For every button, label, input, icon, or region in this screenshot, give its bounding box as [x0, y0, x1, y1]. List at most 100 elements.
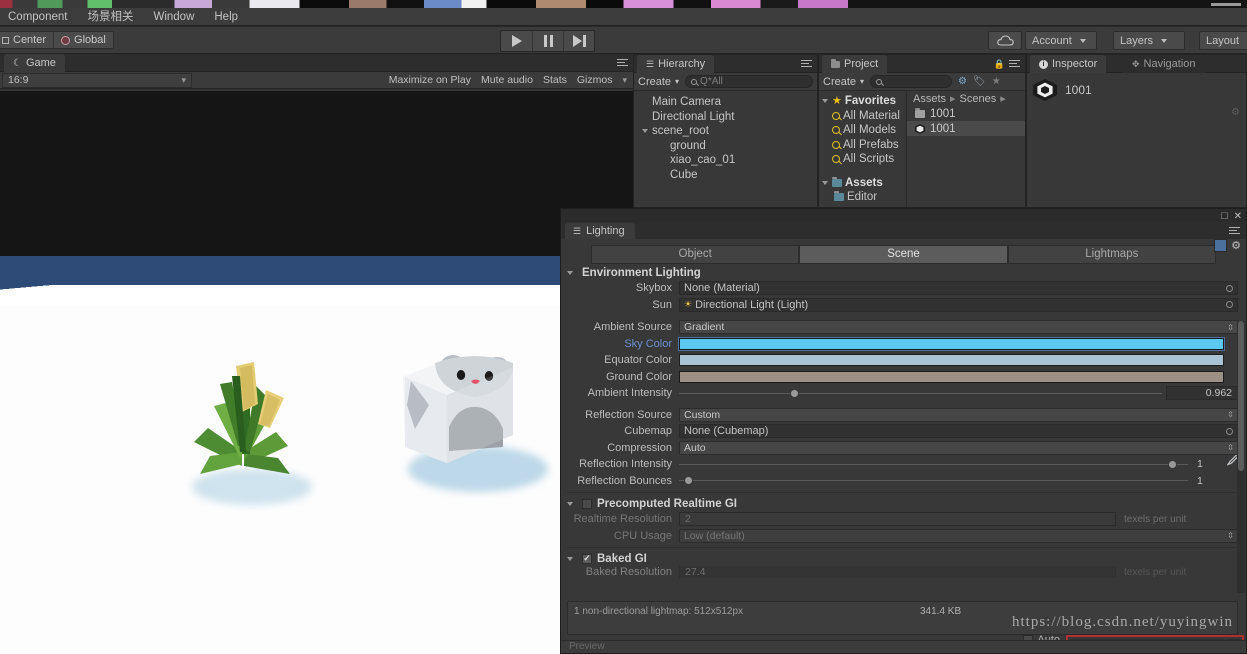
ambient-source-dropdown[interactable]: Gradient ⇳ [679, 320, 1238, 335]
account-dropdown[interactable]: Account [1025, 31, 1097, 50]
object-picker-icon[interactable] [1226, 284, 1233, 292]
tab-game[interactable]: ☾ Game [4, 54, 65, 72]
tab-project[interactable]: Project [822, 55, 888, 73]
chevron-down-icon[interactable] [567, 270, 573, 275]
hierarchy-item-directional-light[interactable]: Directional Light [634, 110, 817, 125]
layout-dropdown[interactable]: Layout [1199, 31, 1247, 50]
inspector-gear-icon[interactable]: ⚙ [1231, 107, 1240, 118]
chevron-down-icon[interactable] [642, 128, 648, 133]
project-favorite-all-prefabs[interactable]: All Prefabs [819, 138, 906, 153]
close-icon[interactable]: ✕ [1234, 211, 1242, 222]
breadcrumb-scenes[interactable]: Scenes [960, 93, 997, 105]
gizmos-dropdown[interactable]: Gizmos [577, 74, 613, 86]
gear-icon[interactable]: ⚙ [1231, 239, 1241, 252]
slider-handle[interactable] [1167, 459, 1177, 469]
tab-lighting[interactable]: ☰ Lighting [565, 223, 635, 239]
tab-navigation[interactable]: ✥ Navigation [1123, 55, 1205, 73]
cubemap-field[interactable]: None (Cubemap) [679, 424, 1238, 439]
play-button[interactable] [501, 31, 532, 51]
tab-inspector[interactable]: i Inspector [1030, 55, 1107, 73]
baked-resolution-field[interactable]: 27.4 [679, 566, 1116, 578]
compression-dropdown[interactable]: Auto ⇳ [679, 440, 1238, 455]
filter-by-label-icon[interactable]: 🏷 [973, 76, 986, 87]
hierarchy-item-main-camera[interactable]: Main Camera [634, 95, 817, 110]
tab-hierarchy[interactable]: ☰ Hierarchy [637, 55, 715, 73]
project-file-folder-1001[interactable]: 1001 [907, 106, 1025, 121]
project-file-scene-1001[interactable]: 1001 [907, 121, 1025, 136]
sun-field[interactable]: ☀ Directional Light (Light) [679, 297, 1238, 312]
object-picker-icon[interactable] [1226, 301, 1233, 309]
lock-icon[interactable]: 🔒 [994, 59, 1005, 70]
project-search-input[interactable] [870, 75, 953, 88]
hierarchy-search-input[interactable]: Q*All [685, 75, 813, 88]
hierarchy-item-ground[interactable]: ground [634, 139, 817, 154]
filter-by-type-icon[interactable]: ⚙ [958, 76, 967, 87]
project-assets-editor[interactable]: Editor [819, 190, 906, 205]
lighting-mode-tabs: Object Scene Lightmaps [561, 239, 1246, 265]
skybox-field[interactable]: None (Material) [679, 281, 1238, 296]
equator-color-swatch[interactable] [679, 354, 1224, 367]
game-view-canvas[interactable] [0, 91, 633, 654]
hierarchy-item-xiao-cao-01[interactable]: xiao_cao_01 [634, 153, 817, 168]
handle-rotation-button[interactable]: Global [53, 31, 113, 49]
reflection-source-dropdown[interactable]: Custom ⇳ [679, 407, 1238, 422]
sky-color-swatch[interactable] [678, 336, 1225, 351]
minimize-icon[interactable]: ☐ [1221, 211, 1229, 222]
hierarchy-item-cube[interactable]: Cube [634, 168, 817, 183]
chevron-down-icon[interactable] [567, 501, 573, 506]
hierarchy-create-button[interactable]: Create ▾ [638, 76, 679, 88]
lighting-window-titlebar[interactable]: ☐ ✕ [561, 209, 1246, 222]
lighting-scrollbar[interactable] [1237, 321, 1245, 593]
reflection-bounces-slider[interactable] [679, 474, 1188, 488]
pause-button[interactable] [532, 31, 563, 51]
hierarchy-menu-icon[interactable] [801, 60, 812, 68]
mute-audio-toggle[interactable]: Mute audio [481, 74, 533, 86]
project-favorite-all-scripts[interactable]: All Scripts [819, 152, 906, 167]
project-favorite-all-models[interactable]: All Models [819, 123, 906, 138]
baked-resolution-label: Baked Resolution [585, 566, 672, 578]
menu-item-scene-related[interactable]: 场景相关 [77, 8, 143, 26]
tab-object[interactable]: Object [591, 244, 800, 264]
game-view-menu-icon[interactable] [617, 59, 628, 67]
chevron-down-icon[interactable] [567, 556, 573, 561]
menu-item-help[interactable]: Help [204, 8, 248, 26]
stats-toggle[interactable]: Stats [543, 74, 567, 86]
section-environment-lighting[interactable]: Environment Lighting [561, 265, 1246, 280]
tab-lightmaps[interactable]: Lightmaps [1007, 244, 1216, 264]
section-baked-gi[interactable]: ✓ Baked GI [561, 551, 1246, 566]
project-favorite-all-material[interactable]: All Material [819, 109, 906, 124]
reflection-intensity-slider[interactable] [679, 457, 1188, 471]
project-create-button[interactable]: Create ▾ [823, 76, 864, 88]
tab-scene[interactable]: Scene [799, 244, 1008, 264]
project-menu-icon[interactable] [1009, 60, 1020, 68]
cloud-services-button[interactable] [988, 31, 1022, 50]
maximize-on-play-toggle[interactable]: Maximize on Play [389, 74, 471, 86]
precomputed-gi-checkbox[interactable]: ✓ [582, 498, 592, 509]
breadcrumb-assets[interactable]: Assets [913, 93, 946, 105]
object-picker-icon[interactable] [1226, 427, 1233, 435]
ambient-intensity-slider[interactable] [679, 386, 1162, 400]
lightmap-preview-icon[interactable] [1214, 239, 1228, 252]
hierarchy-item-scene-root[interactable]: scene_root [634, 124, 817, 139]
section-precomputed-realtime-gi[interactable]: ✓ Precomputed Realtime GI [561, 496, 1246, 511]
menu-item-window[interactable]: Window [143, 8, 204, 26]
menu-item-component[interactable]: Component [0, 8, 77, 26]
slider-handle[interactable] [684, 476, 694, 486]
lighting-scrollbar-thumb[interactable] [1238, 321, 1244, 471]
pivot-mode-button[interactable]: Center [0, 31, 53, 49]
ground-color-swatch[interactable] [679, 370, 1224, 383]
baked-gi-checkbox[interactable]: ✓ [582, 553, 592, 564]
aspect-ratio-dropdown[interactable]: 16:9 ▾ [2, 72, 192, 88]
slider-handle[interactable] [790, 388, 800, 398]
project-favorites-group[interactable]: ★ Favorites [819, 94, 906, 109]
lighting-menu-icon[interactable] [1229, 227, 1240, 235]
step-button[interactable] [563, 31, 594, 51]
layers-dropdown[interactable]: Layers [1113, 31, 1185, 50]
chevron-down-icon[interactable] [822, 99, 828, 104]
chevron-down-icon[interactable] [822, 180, 828, 185]
ambient-intensity-value-field[interactable]: 0.962 [1166, 386, 1238, 401]
row-compression: Compression Auto ⇳ [561, 440, 1246, 457]
favorite-star-icon[interactable]: ★ [992, 76, 1001, 87]
reflection-bounces-value-field[interactable]: 1 [1192, 474, 1238, 488]
project-assets-group[interactable]: Assets [819, 176, 906, 191]
